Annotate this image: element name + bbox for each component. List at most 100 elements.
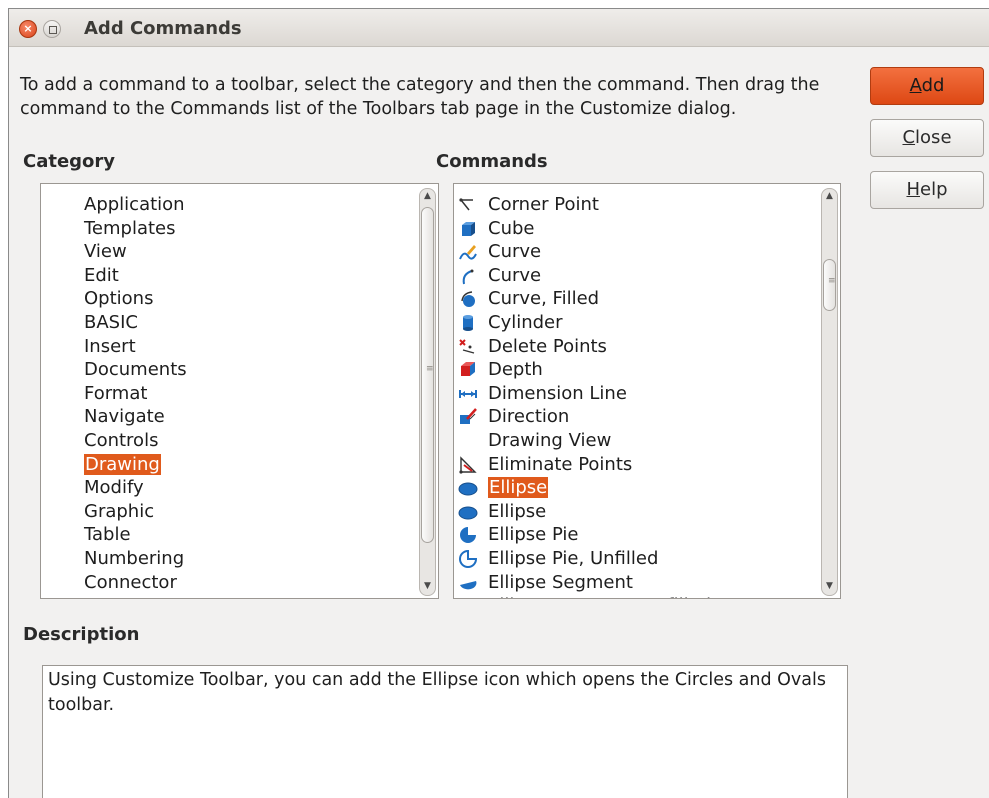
- category-item[interactable]: Templates: [84, 217, 176, 240]
- category-item-label: Table: [84, 524, 131, 546]
- command-item[interactable]: Ellipse Segment: [454, 571, 820, 594]
- command-item[interactable]: Cube: [454, 217, 820, 240]
- command-item-label: Curve: [488, 264, 542, 286]
- category-item[interactable]: Controls: [84, 429, 158, 452]
- category-item[interactable]: Edit: [84, 264, 119, 287]
- corner-point-icon: [458, 195, 478, 215]
- command-item[interactable]: Ellipse Pie, Unfilled: [454, 547, 820, 570]
- category-scroll-thumb[interactable]: ≡: [421, 207, 434, 543]
- category-item-label: Options: [84, 288, 154, 310]
- command-item-label: Ellipse Segment, unfilled: [488, 594, 711, 598]
- window-close-button[interactable]: ×: [19, 20, 37, 38]
- command-item[interactable]: Eliminate Points: [454, 453, 820, 476]
- command-item-label: Ellipse Pie: [488, 524, 579, 546]
- window-maximize-button[interactable]: [43, 20, 61, 38]
- ellipse-segment-icon: [458, 573, 478, 593]
- add-mnemonic: A: [909, 75, 922, 96]
- command-item-label: Ellipse: [488, 500, 547, 522]
- commands-label: Commands: [436, 151, 548, 172]
- curve-filled-icon: [458, 289, 478, 309]
- command-item[interactable]: Dimension Line: [454, 382, 820, 405]
- category-item-label: Modify: [84, 477, 144, 499]
- grip-icon: ≡: [426, 364, 434, 374]
- category-item-label: Navigate: [84, 406, 165, 428]
- command-item-label: Ellipse Pie, Unfilled: [488, 548, 659, 569]
- cylinder-icon: [458, 313, 478, 333]
- description-box: Using Customize Toolbar, you can add the…: [42, 665, 848, 798]
- window-title: Add Commands: [84, 18, 242, 39]
- category-item-label: Connector: [84, 571, 177, 593]
- command-item[interactable]: Delete Points: [454, 335, 820, 358]
- command-item[interactable]: Ellipse: [454, 476, 820, 499]
- cube-icon: [458, 219, 478, 239]
- command-item[interactable]: Depth: [454, 358, 820, 381]
- curve-icon: [458, 266, 478, 286]
- command-item-label: Curve: [488, 241, 542, 263]
- category-item[interactable]: Format: [84, 382, 147, 405]
- command-item-label: Drawing View: [488, 430, 612, 451]
- category-scrollbar[interactable]: ▲ ≡ ▼: [419, 188, 436, 596]
- depth-icon: [458, 360, 478, 380]
- category-item[interactable]: Connector: [84, 571, 177, 594]
- command-item-label: Dimension Line: [488, 382, 627, 404]
- category-item-label: Controls: [84, 430, 159, 451]
- command-item[interactable]: Curve: [454, 240, 820, 263]
- command-item[interactable]: Curve: [454, 264, 820, 287]
- category-item[interactable]: BASIC: [84, 311, 138, 334]
- category-item[interactable]: Drawing: [84, 453, 161, 476]
- category-item[interactable]: Numbering: [84, 547, 184, 570]
- help-button[interactable]: Help: [870, 171, 984, 209]
- command-item[interactable]: Curve, Filled: [454, 287, 820, 310]
- command-item[interactable]: Cylinder: [454, 311, 820, 334]
- category-item[interactable]: Modify: [84, 476, 144, 499]
- command-item-label: Ellipse: [488, 477, 549, 499]
- command-item-label: Delete Points: [488, 335, 607, 357]
- add-label: dd: [921, 75, 945, 96]
- category-item-label: Graphic: [84, 500, 155, 522]
- command-item[interactable]: Corner Point: [454, 193, 820, 216]
- command-item[interactable]: Direction: [454, 405, 820, 428]
- command-item-label: Corner Point: [488, 194, 599, 215]
- category-item-label: Documents: [84, 359, 187, 381]
- direction-icon: [458, 407, 478, 427]
- command-item-label: Ellipse Segment: [488, 571, 633, 593]
- category-item[interactable]: Documents: [84, 358, 187, 381]
- command-item[interactable]: Drawing View: [454, 429, 820, 452]
- category-item-label: BASIC: [84, 312, 138, 333]
- eliminate-points-icon: [458, 455, 478, 475]
- command-item[interactable]: Ellipse Segment, unfilled: [454, 594, 820, 598]
- close-mnemonic: C: [902, 127, 916, 148]
- help-mnemonic: H: [906, 179, 921, 200]
- commands-scrollbar[interactable]: ▲ ≡ ▼: [821, 188, 838, 596]
- command-item[interactable]: Ellipse: [454, 500, 820, 523]
- add-commands-dialog: × Add Commands To add a command to a too…: [8, 8, 989, 798]
- command-item[interactable]: Ellipse Pie: [454, 523, 820, 546]
- ellipse-icon: [458, 502, 478, 522]
- command-item-label: Curve, Filled: [488, 288, 600, 310]
- category-item-label: Frame: [84, 595, 140, 598]
- category-label: Category: [23, 151, 116, 172]
- category-item-label: Templates: [84, 217, 176, 239]
- category-item[interactable]: Table: [84, 523, 131, 546]
- ellipse-pie-icon: [458, 525, 478, 545]
- add-button[interactable]: Add: [870, 67, 984, 105]
- category-item[interactable]: Insert: [84, 335, 136, 358]
- close-button[interactable]: Close: [870, 119, 984, 157]
- category-item-label: Numbering: [84, 548, 185, 569]
- category-item[interactable]: Frame: [84, 594, 140, 598]
- category-item[interactable]: Graphic: [84, 500, 154, 523]
- scroll-down-icon[interactable]: ▼: [423, 582, 432, 591]
- command-item-label: Cube: [488, 217, 535, 239]
- category-item[interactable]: View: [84, 240, 127, 263]
- commands-scroll-thumb[interactable]: ≡: [823, 259, 836, 311]
- scroll-up-icon[interactable]: ▲: [825, 192, 834, 201]
- category-list[interactable]: Application Templates View Edit Options BASIC…: [40, 183, 439, 599]
- category-item[interactable]: Navigate: [84, 405, 165, 428]
- commands-list[interactable]: Corner Point Cube Curve Curve Curve, Filled C…: [453, 183, 841, 599]
- ellipse-segment-unfilled-icon: [458, 596, 478, 598]
- scroll-down-icon[interactable]: ▼: [825, 582, 834, 591]
- category-item[interactable]: Application: [84, 193, 185, 216]
- category-item[interactable]: Options: [84, 287, 153, 310]
- command-item-label: Cylinder: [488, 312, 563, 333]
- scroll-up-icon[interactable]: ▲: [423, 192, 432, 201]
